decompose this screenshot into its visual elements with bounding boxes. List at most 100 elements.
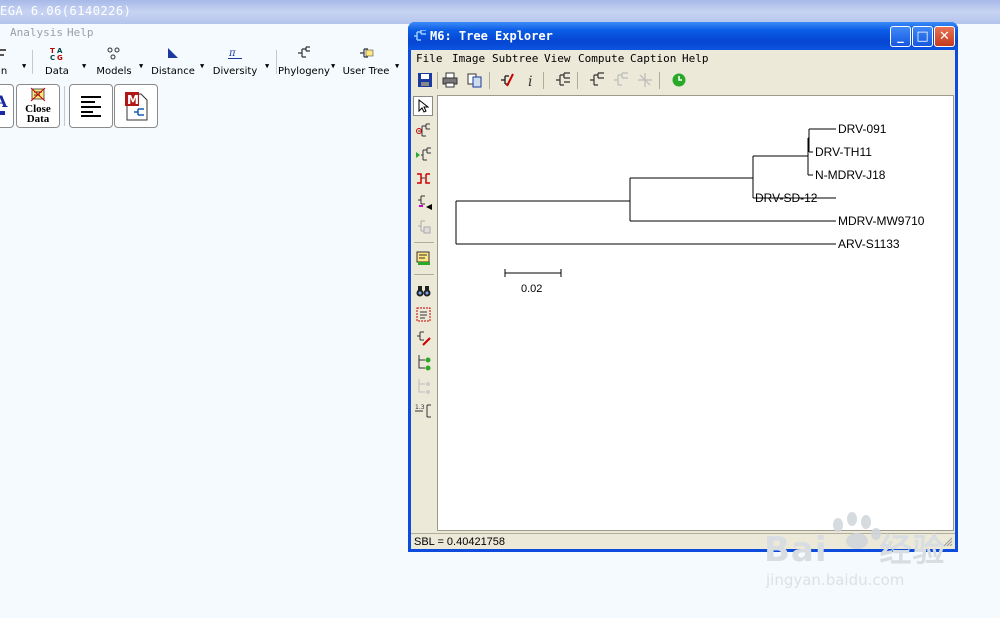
tree-leaf-label[interactable]: DRV-091 [838,122,887,136]
watermark-brand-text: Bai [764,530,828,570]
close-data-label-line2: Data [26,113,50,125]
find-taxon-icon[interactable] [415,250,432,267]
info-icon[interactable]: i [523,72,539,88]
open-file-button[interactable]: A [0,84,14,128]
toolbar-label: n [0,66,8,77]
copy-icon[interactable] [467,72,483,88]
watermark-brand: Bai 经验 [764,525,946,571]
print-icon[interactable] [442,72,458,88]
menu-file[interactable]: File [416,52,443,65]
toolbar-label: Data [45,66,69,77]
tree-leaf-label[interactable]: DRV-SD-12 [755,191,818,205]
svg-text:A: A [0,92,8,111]
svg-text:C: C [50,54,55,60]
flip-subtree-icon[interactable] [415,170,432,187]
main-title-bar[interactable]: EGA 6.06(6140226) [0,0,1000,24]
menu-compute[interactable]: Compute [578,52,624,65]
close-data-label: Close Data [17,104,59,125]
main-title-text: EGA 6.06(6140226) [0,4,132,18]
toolbar-distance-button[interactable]: Distance [150,44,196,80]
branch-length-icon[interactable]: 1.3 [415,402,432,419]
app-tree-icon [414,30,426,41]
close-data-icon [30,87,46,102]
chevron-down-icon[interactable]: ▼ [265,62,269,70]
toolbar-diversity-button[interactable]: π Diversity [210,44,260,80]
svg-text:G: G [57,54,63,60]
tree-leaf-labels: DRV-091 DRV-TH11 N-MDRV-J18 DRV-SD-12 MDRV-M… [755,122,925,251]
chevron-down-icon[interactable]: ▼ [139,62,143,70]
tree-explorer-title: M6: Tree Explorer [430,29,553,43]
menu-analysis[interactable]: Analysis [10,26,63,39]
svg-text:M: M [127,93,139,107]
open-a-icon: A [0,92,8,115]
menu-caption[interactable]: Caption [630,52,676,65]
caption-frame-icon[interactable] [415,306,432,323]
root-on-midpoint-icon[interactable] [415,146,432,163]
branch-disabled-icon [418,379,430,394]
close-button[interactable]: ✕ [934,26,955,47]
clock-icon[interactable] [671,72,687,88]
chevron-down-icon[interactable]: ▼ [331,62,335,70]
close-data-button[interactable]: Close Data [16,84,60,128]
toolbar-label: Diversity [212,66,258,77]
tree-explorer-window: M6: Tree Explorer _ □ ✕ File Image Subtr… [408,22,958,552]
swap-branch-icon[interactable] [415,354,432,371]
tree-disabled-icon [614,72,628,86]
tree-layout-icon[interactable] [555,72,571,88]
toolbar-user-tree-button[interactable]: User Tree [342,44,390,80]
pointer-tool-button[interactable] [413,96,433,116]
binoculars-icon[interactable] [415,282,432,299]
phylogeny-icon [298,46,310,58]
toolbar-models-button[interactable]: Models [96,44,132,80]
toolbar-phylogeny-button[interactable]: Phylogeny [278,44,330,80]
tree-leaf-label[interactable]: ARV-S1133 [838,237,900,251]
scale-bar: 0.02 [504,269,562,295]
minimize-button[interactable]: _ [890,26,911,47]
svg-text:i: i [528,74,532,88]
text-editor-button[interactable] [69,84,113,128]
compress-subtree-icon[interactable] [415,194,432,211]
maximize-button[interactable]: □ [912,26,933,47]
models-icon [107,47,120,60]
scale-bar-label: 0.02 [521,283,542,295]
mega-tree-button[interactable]: M [114,84,158,128]
baidu-watermark: Bai 经验 jingyan.baidu.com [760,505,960,605]
tree-explorer-side-toolbar: 1.3 [411,94,436,534]
tree-leaf-label[interactable]: N-MDRV-J18 [815,168,886,182]
circle-tree-disabled-icon [638,73,652,87]
minimize-icon: _ [897,29,904,44]
mega-tree-icon: M [125,92,148,121]
toolbar-divider [543,72,544,89]
phylogenetic-tree[interactable]: DRV-091 DRV-TH11 N-MDRV-J18 DRV-SD-12 MDRV-M… [438,96,953,530]
chevron-down-icon[interactable]: ▼ [82,62,86,70]
save-icon[interactable] [417,72,433,88]
menu-help[interactable]: Help [682,52,709,65]
maximize-icon: □ [916,29,929,44]
close-icon: ✕ [939,29,950,44]
rectangular-tree-icon[interactable] [589,72,605,88]
menu-subtree[interactable]: Subtree [492,52,538,65]
side-divider [414,242,434,243]
tree-leaf-label[interactable]: MDRV-MW9710 [838,214,925,228]
chevron-down-icon[interactable]: ▼ [395,62,399,70]
menu-view[interactable]: View [544,52,571,65]
toolbar-align-button[interactable]: n [0,44,12,80]
chevron-down-icon[interactable]: ▼ [22,62,26,70]
toolbar-data-button[interactable]: TACG Data [42,44,72,80]
pointer-icon [418,99,429,113]
text-editor-icon [81,96,101,117]
options-icon[interactable] [499,72,515,88]
menu-image[interactable]: Image [452,52,485,65]
chevron-down-icon[interactable]: ▼ [200,62,204,70]
toolbar-divider [437,72,438,89]
tree-canvas[interactable]: DRV-091 DRV-TH11 N-MDRV-J18 DRV-SD-12 MDRV-M… [437,95,954,531]
menu-help[interactable]: Help [67,26,94,39]
edit-taxa-icon[interactable] [415,330,432,347]
tree-explorer-menu-bar: File Image Subtree View Compute Caption … [411,50,955,67]
root-on-branch-icon[interactable] [415,122,432,139]
tree-explorer-title-bar[interactable]: M6: Tree Explorer _ □ ✕ [408,22,958,50]
toolbar-divider [577,72,578,89]
distance-icon [168,48,178,58]
tree-leaf-label[interactable]: DRV-TH11 [815,145,872,159]
toolbar-label: User Tree [342,66,390,77]
